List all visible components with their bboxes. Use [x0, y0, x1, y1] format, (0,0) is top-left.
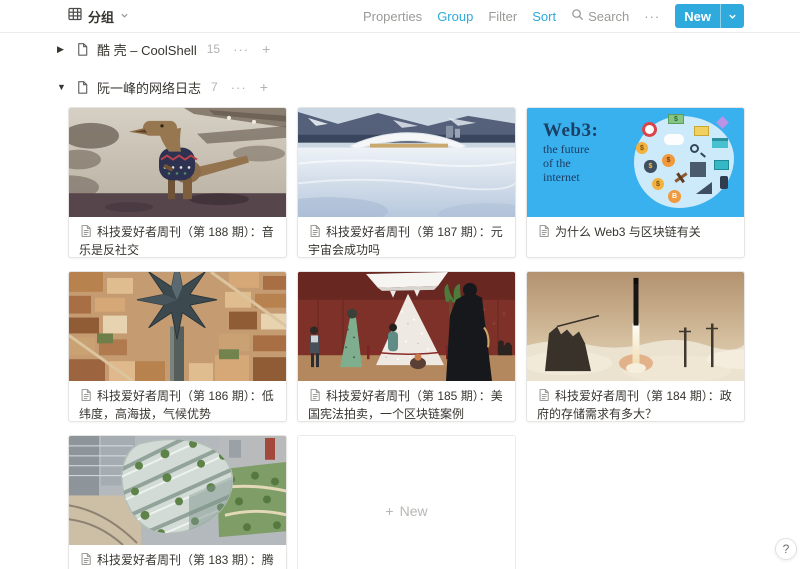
- document-icon: [537, 224, 551, 242]
- plus-icon: +: [385, 503, 393, 519]
- card-title: 科技爱好者周刊（第 185 期）：美国宪法拍卖，一个区块链案例: [298, 381, 515, 422]
- document-icon: [308, 224, 322, 242]
- card-title-text: 科技爱好者周刊（第 187 期）：元宇宙会成功吗: [308, 225, 503, 257]
- expand-triangle-icon[interactable]: ▼: [57, 82, 73, 92]
- page-icon: [75, 80, 90, 95]
- city-star-photo: [69, 272, 286, 381]
- money-bill-icon: $: [668, 114, 684, 124]
- group-more-button[interactable]: ···: [231, 80, 247, 95]
- card-title-text: 科技爱好者周刊（第 183 期）：腾讯的员工退休福利: [79, 553, 274, 569]
- card-title: 为什么 Web3 与区块链有关: [527, 217, 744, 248]
- gallery-card[interactable]: Web3: the future of the internet $ $ $: [526, 107, 745, 258]
- gallery-card[interactable]: 科技爱好者周刊（第 183 期）：腾讯的员工退休福利: [68, 435, 287, 569]
- group-add-button[interactable]: +: [260, 79, 268, 95]
- toolbar-actions: Properties Group Filter Sort Search ··· …: [363, 4, 744, 28]
- page-icon: [75, 42, 90, 57]
- web3-cover-text: Web3: the future of the internet: [543, 120, 598, 184]
- card-title-text: 科技爱好者周刊（第 185 期）：美国宪法拍卖，一个区块链案例: [308, 389, 503, 421]
- new-button[interactable]: New: [675, 4, 744, 28]
- question-mark-icon: ?: [783, 542, 790, 556]
- more-options-button[interactable]: ···: [644, 9, 660, 24]
- group-add-button[interactable]: +: [262, 41, 270, 57]
- pickaxe-icon: [674, 172, 687, 182]
- table-view-icon: [68, 7, 82, 26]
- group-row-coolshell: ▶ 酷 壳 – CoolShell 15 ··· +: [0, 38, 800, 60]
- group-count-badge: 7: [211, 80, 218, 94]
- card-title-text: 科技爱好者周刊（第 186 期）：低纬度，高海拔，气候优势: [79, 389, 274, 421]
- group-row-ruanyifeng: ▼ 阮一峰的网络日志 7 ··· +: [0, 76, 800, 98]
- server-icon: [690, 162, 706, 177]
- bitcoin-icon: B: [668, 190, 681, 203]
- sort-button[interactable]: Sort: [532, 9, 556, 24]
- monitor-icon: [714, 160, 729, 170]
- view-tab-group[interactable]: 分组: [68, 7, 129, 26]
- credit-card-icon: [712, 138, 728, 148]
- spiral-building-photo: [69, 436, 286, 545]
- web3-illustration: Web3: the future of the internet $ $ $: [527, 108, 744, 217]
- document-icon: [537, 388, 551, 406]
- new-card-button[interactable]: + New: [297, 435, 516, 569]
- gallery-view-page: 分组 Properties Group Filter Sort Search ·…: [0, 0, 800, 569]
- group-title[interactable]: 酷 壳 – CoolShell: [97, 40, 197, 59]
- new-button-label[interactable]: New: [675, 4, 720, 28]
- document-icon: [308, 388, 322, 406]
- clock-icon: [642, 122, 657, 137]
- chevron-down-icon: [728, 12, 737, 21]
- card-title: 科技爱好者周刊（第 187 期）：元宇宙会成功吗: [298, 217, 515, 258]
- card-title: 科技爱好者周刊（第 184 期）：政府的存储需求有多大？: [527, 381, 744, 422]
- web3-icon-cluster: $ $ $ $ $ B: [634, 116, 734, 208]
- signal-icon: [696, 182, 712, 194]
- new-card-label: New: [400, 503, 428, 519]
- collapse-triangle-icon[interactable]: ▶: [57, 44, 73, 55]
- rocket-launch-photo: [527, 272, 744, 381]
- document-icon: [79, 388, 93, 406]
- group-button[interactable]: Group: [437, 9, 473, 24]
- gallery-card[interactable]: 科技爱好者周刊（第 184 期）：政府的存储需求有多大？: [526, 271, 745, 422]
- coin-icon: $: [652, 178, 664, 190]
- card-title: 科技爱好者周刊（第 188 期）：音乐是反社交: [69, 217, 286, 258]
- card-title: 科技爱好者周刊（第 183 期）：腾讯的员工退休福利: [69, 545, 286, 569]
- help-button[interactable]: ?: [775, 538, 797, 560]
- cloud-icon: [664, 134, 684, 145]
- snow-venue-photo: [298, 108, 515, 217]
- card-title: 科技爱好者周刊（第 186 期）：低纬度，高海拔，气候优势: [69, 381, 286, 422]
- group-count-badge: 15: [207, 42, 220, 56]
- group-title[interactable]: 阮一峰的网络日志: [97, 78, 201, 97]
- search-button[interactable]: Search: [571, 8, 629, 24]
- coin-icon: $: [662, 154, 675, 167]
- group-more-button[interactable]: ···: [233, 42, 249, 57]
- card-title-text: 科技爱好者周刊（第 184 期）：政府的存储需求有多大？: [537, 389, 732, 421]
- gallery-card[interactable]: 科技爱好者周刊（第 185 期）：美国宪法拍卖，一个区块链案例: [297, 271, 516, 422]
- card-title-text: 为什么 Web3 与区块链有关: [555, 225, 701, 239]
- trex-museum-photo: [69, 108, 286, 217]
- gallery-card[interactable]: 科技爱好者周刊（第 187 期）：元宇宙会成功吗: [297, 107, 516, 258]
- new-dropdown-button[interactable]: [720, 4, 744, 28]
- card-title-text: 科技爱好者周刊（第 188 期）：音乐是反社交: [79, 225, 274, 257]
- properties-button[interactable]: Properties: [363, 9, 422, 24]
- gallery-card[interactable]: 科技爱好者周刊（第 186 期）：低纬度，高海拔，气候优势: [68, 271, 287, 422]
- gallery-grid: 科技爱好者周刊（第 188 期）：音乐是反社交: [68, 105, 745, 569]
- search-icon: [571, 8, 584, 24]
- document-icon: [79, 224, 93, 242]
- search-label: Search: [588, 9, 629, 24]
- view-toolbar: 分组 Properties Group Filter Sort Search ·…: [0, 0, 800, 33]
- money-bag-icon: $: [644, 160, 657, 173]
- document-icon: [79, 552, 93, 569]
- magnifier-icon: [690, 144, 699, 153]
- envelope-icon: [694, 126, 709, 136]
- phone-icon: [720, 176, 728, 189]
- chevron-down-icon: [120, 7, 129, 25]
- view-name: 分组: [88, 7, 114, 26]
- filter-button[interactable]: Filter: [488, 9, 517, 24]
- gallery-card[interactable]: 科技爱好者周刊（第 188 期）：音乐是反社交: [68, 107, 287, 258]
- coin-icon: $: [636, 142, 648, 154]
- group-list: ▶ 酷 壳 – CoolShell 15 ··· + ▼ 阮一峰的网络日志 7 …: [0, 33, 800, 98]
- plaza-tent-photo: [298, 272, 515, 381]
- diamond-icon: [716, 116, 729, 129]
